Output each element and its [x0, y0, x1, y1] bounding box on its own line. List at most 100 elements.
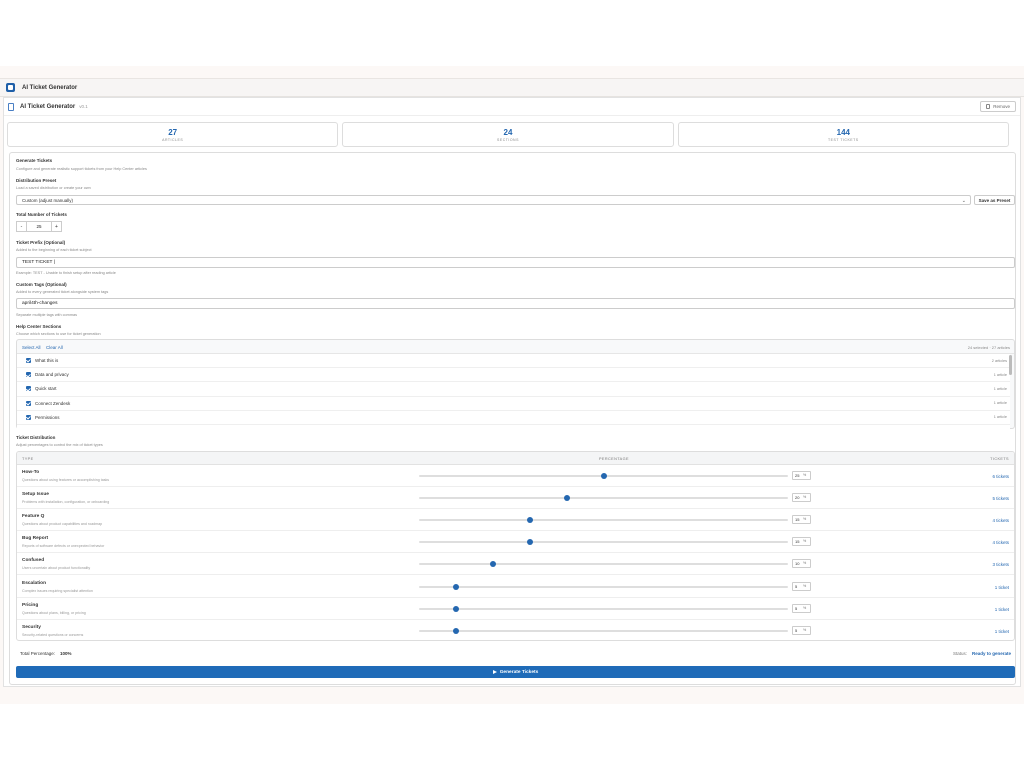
sections-label: Help Center Sections — [16, 324, 62, 329]
section-articles: 1 article — [993, 386, 1007, 391]
prefix-label: Ticket Prefix (Optional) — [16, 240, 66, 245]
percentage-slider-track[interactable] — [419, 541, 788, 544]
stat-value: 24 — [503, 127, 513, 137]
list-item[interactable]: Connect Zendesk 1 article — [17, 397, 1010, 411]
stat-test-tickets: 144 TEST TICKETS — [677, 122, 1009, 147]
section-checkbox[interactable] — [26, 414, 31, 420]
ticket-count: 1 ticket — [994, 628, 1009, 634]
percent-sign: % — [803, 627, 807, 632]
percentage-slider-thumb[interactable] — [489, 561, 496, 568]
percentage-slider-thumb[interactable] — [452, 583, 459, 590]
percentage-slider-track[interactable] — [419, 629, 788, 632]
top-margin — [0, 0, 1024, 66]
percent-sign: % — [803, 561, 807, 566]
panel-title: AI Ticket Generator — [20, 103, 76, 110]
tags-label: Custom Tags (Optional) — [16, 282, 67, 287]
percentage-input[interactable]: 10 — [792, 559, 811, 569]
tags-input[interactable]: april4th-changes — [16, 298, 1015, 309]
type-name: Setup Issue — [22, 492, 49, 498]
type-name: Pricing — [22, 602, 39, 608]
table-row: Confused Users uncertain about product fu… — [17, 553, 1014, 576]
section-checkbox[interactable] — [26, 400, 31, 406]
percentage-slider-thumb[interactable] — [452, 605, 459, 612]
percentage-slider-track[interactable] — [419, 497, 788, 500]
ticket-count: 5 tickets — [992, 496, 1009, 502]
table-row: Bug Report Reports of software defects or… — [17, 531, 1014, 554]
type-description: Complex issues requiring specialist atte… — [22, 588, 93, 593]
percent-sign: % — [803, 583, 807, 588]
list-item[interactable]: Quick start 1 article — [17, 382, 1010, 397]
section-articles: 1 article — [993, 415, 1007, 420]
percentage-slider-thumb[interactable] — [600, 473, 607, 479]
percentage-input[interactable]: 5 — [792, 625, 811, 635]
table-row: How-To Questions about using features or … — [17, 465, 1014, 487]
stat-value: 27 — [168, 127, 178, 137]
ticket-count: 1 ticket — [994, 584, 1009, 590]
list-item[interactable]: Permissions 1 article — [17, 411, 1010, 425]
panel-version: v0.1 — [79, 104, 88, 109]
remove-button[interactable]: Remove — [980, 101, 1016, 112]
percentage-input[interactable]: 15 — [792, 537, 811, 547]
percentage-slider-thumb[interactable] — [526, 539, 533, 546]
type-description: Users uncertain about product functional… — [22, 566, 91, 571]
distribution-table: TYPE PERCENTAGE TICKETS How-To Questions … — [16, 451, 1015, 641]
window-title: AI Ticket Generator — [22, 84, 78, 91]
section-checkbox[interactable] — [26, 372, 31, 378]
section-name: Permissions — [35, 414, 60, 420]
percent-sign: % — [803, 473, 807, 477]
column-type: TYPE — [22, 457, 34, 461]
percentage-input[interactable]: 5 — [792, 603, 811, 613]
generate-tickets-button[interactable]: Generate Tickets — [16, 666, 1015, 678]
trash-icon — [986, 104, 991, 109]
percentage-input[interactable]: 5 — [792, 581, 811, 591]
preset-selected: Custom (adjust manually) — [22, 197, 74, 203]
tags-example: Separate multiple tags with commas — [16, 313, 77, 317]
prefix-hint: Added to the beginning of each ticket su… — [16, 248, 92, 252]
sections-scrollbar[interactable] — [1009, 355, 1012, 375]
type-name: Escalation — [22, 580, 46, 586]
sections-list-box: Select All Clear All 24 selected · 27 ar… — [16, 339, 1015, 429]
percentage-slider-track[interactable] — [419, 563, 788, 566]
type-description: Reports of software defects or unexpecte… — [22, 544, 105, 549]
section-name: Quick start — [35, 386, 57, 392]
ticket-count-input[interactable]: 25 — [27, 221, 51, 232]
ticket-count: 4 tickets — [992, 518, 1009, 524]
percentage-input[interactable]: 25 — [792, 471, 811, 480]
ticket-count: 3 tickets — [992, 562, 1009, 568]
distribution-label: Ticket Distribution — [16, 435, 56, 440]
stat-articles: 27 ARTICLES — [7, 122, 339, 147]
percentage-slider-thumb[interactable] — [526, 517, 533, 524]
list-item[interactable]: What this is 2 articles — [17, 354, 1010, 369]
stat-label: TEST TICKETS — [828, 137, 859, 142]
preset-select[interactable]: Custom (adjust manually) ⌄ — [16, 195, 971, 205]
section-articles: 1 article — [993, 372, 1007, 377]
prefix-input[interactable]: TEST TICKET | — [16, 257, 1015, 268]
type-description: Questions about plans, billing, or prici… — [22, 610, 86, 615]
list-item[interactable]: Data and privacy 1 article — [17, 368, 1010, 383]
column-tickets: TICKETS — [990, 457, 1009, 461]
percentage-slider-thumb[interactable] — [563, 495, 570, 502]
decrement-button[interactable]: - — [16, 221, 27, 232]
sections-header: Select All Clear All 24 selected · 27 ar… — [17, 340, 1014, 354]
increment-button[interactable]: + — [51, 221, 62, 232]
type-name: Security — [22, 624, 41, 630]
percentage-slider-track[interactable] — [419, 585, 788, 588]
app-window: AI Ticket Generator AI Ticket Generator … — [0, 66, 1024, 704]
sections-list: What this is 2 articles Data and privacy… — [17, 354, 1010, 429]
type-name: How-To — [22, 470, 40, 475]
percentage-input[interactable]: 15 — [792, 515, 811, 525]
remove-label: Remove — [993, 104, 1010, 109]
section-checkbox[interactable] — [26, 386, 31, 392]
percentage-input[interactable]: 20 — [792, 493, 811, 503]
section-checkbox[interactable] — [26, 358, 31, 364]
preset-label: Distribution Preset — [16, 178, 57, 183]
percentage-slider-thumb[interactable] — [452, 627, 459, 634]
percentage-slider-track[interactable] — [419, 607, 788, 610]
percentage-slider-track[interactable] — [419, 519, 788, 522]
type-name: Confused — [22, 558, 45, 564]
save-preset-button[interactable]: Save as Preset — [974, 195, 1015, 205]
ticket-count-stepper: - 25 + — [16, 221, 62, 232]
total-percentage-label: Total Percentage: — [20, 651, 56, 656]
select-all-link[interactable]: Select All — [22, 345, 41, 350]
clear-all-link[interactable]: Clear All — [46, 345, 63, 350]
